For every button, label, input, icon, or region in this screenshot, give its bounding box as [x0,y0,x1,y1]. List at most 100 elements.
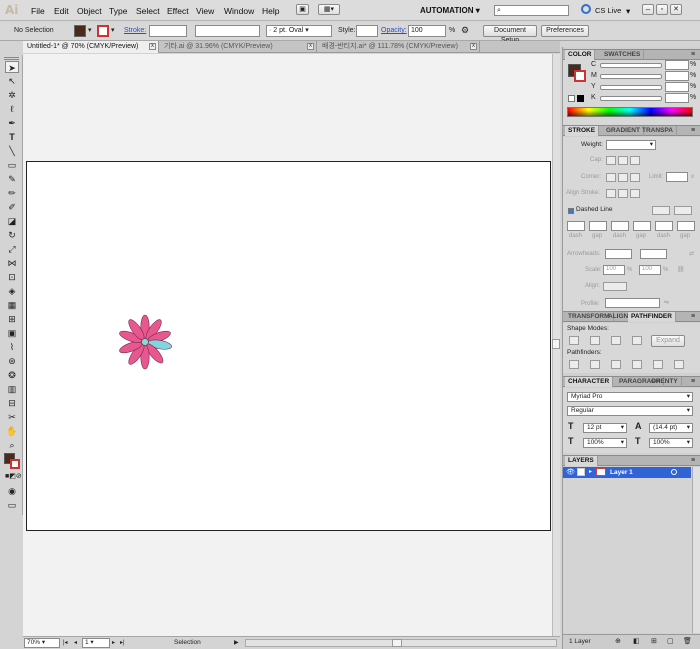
zoom-select[interactable]: 70% ▾ [24,638,60,648]
recolor-icon[interactable]: ⚙ [461,25,469,35]
close-tab-icon[interactable]: x [470,43,477,50]
close-tab-icon[interactable]: x [149,43,156,50]
symbol-sprayer-tool-icon[interactable]: ❂ [5,369,19,381]
merge-icon[interactable] [611,360,621,369]
tab-character[interactable]: CHARACTER [565,377,614,387]
stroke-swatch[interactable] [97,25,109,37]
align-inside-icon[interactable] [618,189,628,198]
dash-align-icon[interactable] [674,206,692,215]
bevel-join-icon[interactable] [630,173,640,182]
menu-type[interactable]: Type [109,6,127,16]
bridge-button[interactable]: ▣ [296,4,309,15]
channel-k-slider[interactable] [600,96,662,101]
tab-pathfinder[interactable]: PATHFINDER [628,312,676,322]
menu-view[interactable]: View [196,6,214,16]
stroke-color-icon[interactable] [10,459,20,469]
perspective-grid-tool-icon[interactable]: ▦ [5,299,19,311]
gap-input-1[interactable] [589,221,607,231]
color-mode-icon[interactable]: ■◩⊘ [5,471,22,483]
layer-name[interactable]: Layer 1 [610,467,633,478]
prev-artboard-button[interactable]: ◂ [74,638,77,648]
panel-menu-icon[interactable]: ≡ [691,126,695,136]
tab-stroke[interactable]: STROKE [565,126,600,136]
vertical-scroll-thumb[interactable] [552,339,560,349]
next-artboard-button[interactable]: ▸ [112,638,115,648]
trim-icon[interactable] [590,360,600,369]
menu-edit[interactable]: Edit [54,6,69,16]
close-window-button[interactable]: ✕ [670,4,682,15]
panel-menu-icon[interactable]: ≡ [691,456,695,466]
scale-tool-icon[interactable]: ⤢ [5,243,19,255]
drawing-mode-icon[interactable]: ◉ [5,485,19,497]
round-cap-icon[interactable] [618,156,628,165]
rectangle-tool-icon[interactable]: ▭ [5,159,19,171]
tab-layers[interactable]: LAYERS [565,456,598,466]
intersect-icon[interactable] [611,336,621,345]
status-info[interactable]: Selection ▶ [131,638,241,648]
visibility-eye-icon[interactable]: 👁 [566,468,575,476]
opacity-label[interactable]: Opacity: [381,26,407,36]
direct-selection-tool-icon[interactable]: ↖ [5,75,19,87]
selection-tool-icon[interactable]: ➤ [5,61,19,73]
expand-layer-icon[interactable]: ▸ [589,468,592,475]
artboard[interactable] [26,161,551,531]
vertical-scale-input[interactable]: 100% ▾ [649,438,693,448]
channel-y-slider[interactable] [600,85,662,90]
panel-menu-icon[interactable]: ≡ [691,312,695,322]
color-spectrum[interactable] [567,107,693,117]
limit-input[interactable] [666,172,688,182]
horizontal-scale-input[interactable]: 100% ▾ [583,438,627,448]
tab-transparency[interactable]: TRANSPA [639,126,677,136]
none-swatch[interactable] [568,95,575,102]
search-input[interactable]: ⌕ [494,5,569,16]
menu-effect[interactable]: Effect [167,6,189,16]
type-tool-icon[interactable]: T [5,131,19,143]
minus-back-icon[interactable] [674,360,684,369]
gradient-tool-icon[interactable]: ▣ [5,327,19,339]
flip-profile-icon[interactable]: ⇋ [664,299,669,306]
channel-m-input[interactable] [665,71,689,81]
layers-scrollbar[interactable] [692,467,700,633]
align-center-icon[interactable] [606,189,616,198]
line-tool-icon[interactable]: ╲ [5,145,19,157]
cslive-menu[interactable]: CS Live [595,6,621,15]
minus-front-icon[interactable] [590,336,600,345]
fill-swatch[interactable] [74,25,86,37]
pen-tool-icon[interactable]: ✒ [5,117,19,129]
arrowhead-end-select[interactable] [640,249,667,259]
blend-tool-icon[interactable]: ⊛ [5,355,19,367]
projecting-cap-icon[interactable] [630,156,640,165]
opacity-input[interactable]: 100 [408,25,446,37]
new-sublayer-icon[interactable]: ⊞ [651,637,657,647]
channel-c-slider[interactable] [600,63,662,68]
eyedropper-tool-icon[interactable]: ⌇ [5,341,19,353]
font-size-input[interactable]: 12 pt ▾ [583,423,627,433]
font-style-select[interactable]: Regular ▾ [567,406,693,416]
channel-c-input[interactable] [665,60,689,70]
leading-input[interactable]: (14.4 pt) ▾ [649,423,693,433]
rotate-tool-icon[interactable]: ↻ [5,229,19,241]
shape-builder-tool-icon[interactable]: ◈ [5,285,19,297]
crop-icon[interactable] [632,360,642,369]
hand-tool-icon[interactable]: ✋ [5,425,19,437]
artboard-tool-icon[interactable]: ⊟ [5,397,19,409]
vertical-scrollbar[interactable] [552,54,560,636]
color-stroke-icon[interactable] [574,70,586,82]
minimize-button[interactable]: – [642,4,654,15]
new-layer-icon[interactable]: ▢ [667,637,674,647]
screen-mode-icon[interactable]: ▭ [5,499,19,511]
dash-input-1[interactable] [567,221,585,231]
dashed-line-checkbox[interactable] [568,208,574,214]
dash-input-2[interactable] [611,221,629,231]
menu-window[interactable]: Window [224,6,254,16]
menu-help[interactable]: Help [262,6,279,16]
document-setup-button[interactable]: Document Setup [483,25,537,44]
channel-y-input[interactable] [665,82,689,92]
horizontal-scroll-thumb[interactable] [392,639,402,647]
variable-width-select[interactable] [195,25,260,37]
tab-gita[interactable]: 기타.ai @ 31.96% (CMYK/Preview) [160,41,317,53]
scale-start-input[interactable]: 100 [603,265,625,275]
style-select[interactable] [356,25,378,37]
weight-select[interactable]: ▾ [606,140,656,150]
tab-opentype[interactable]: OPENTY [648,377,682,387]
